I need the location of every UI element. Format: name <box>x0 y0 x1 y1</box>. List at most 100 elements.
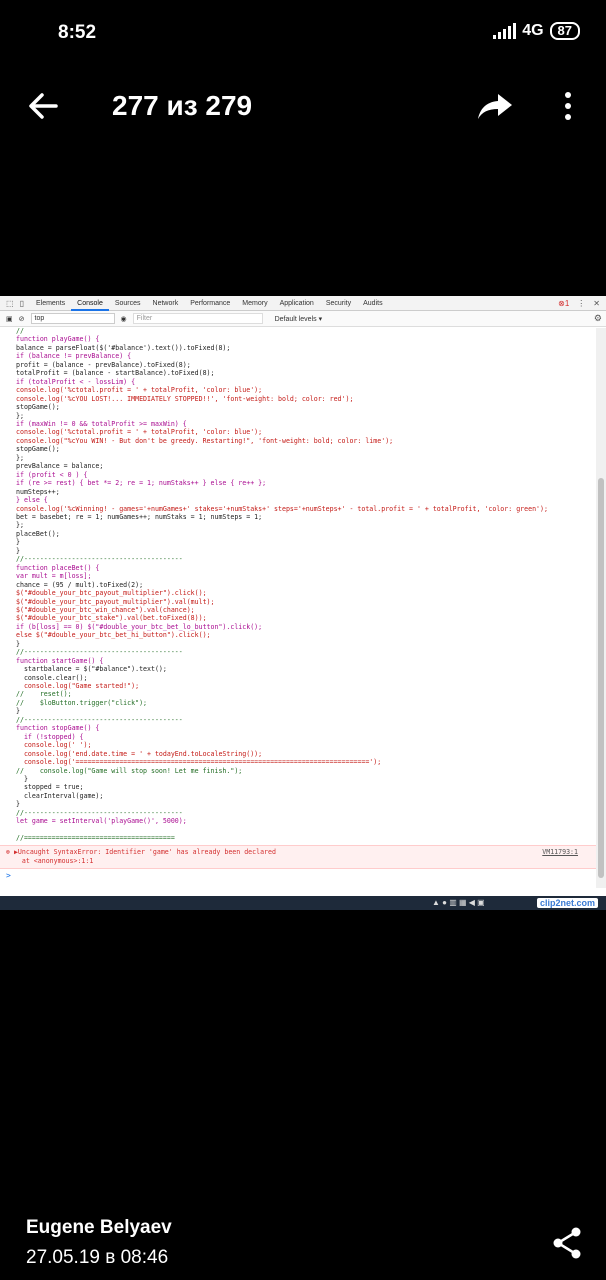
code-line: if (b[loss] == 0) $("#double_your_btc_be… <box>16 622 263 631</box>
code-line: } <box>16 775 28 784</box>
tab-performance[interactable]: Performance <box>184 296 236 311</box>
error-trace: at <anonymous>:1:1 <box>6 856 94 865</box>
tab-security[interactable]: Security <box>320 296 357 311</box>
windows-taskbar: ▲ ● ▥ ▦ ◀ ▣ <box>0 896 606 910</box>
code-line: }; <box>16 453 24 462</box>
code-line: //--------------------------------------… <box>16 715 183 724</box>
error-message[interactable]: ▶Uncaught SyntaxError: Identifier 'game'… <box>14 848 276 856</box>
status-time: 8:52 <box>58 22 97 43</box>
code-line: function playGame() { <box>16 335 100 344</box>
code-line: //--------------------------------------… <box>16 808 183 817</box>
status-icons: 4G 87 <box>493 22 580 40</box>
code-line: stopGame(); <box>16 445 60 454</box>
code-line: console.log('===========================… <box>16 758 382 767</box>
status-bar: 8:52 4G 87 <box>0 0 606 66</box>
author-name: Eugene Belyaev <box>26 1217 172 1238</box>
code-line: function placeBet() { <box>16 563 100 572</box>
code-line: } <box>16 639 20 648</box>
code-line: console.clear(); <box>16 673 88 682</box>
devtools-menu-icon[interactable]: ⋮ <box>577 299 585 308</box>
code-line: // reset(); <box>16 690 72 699</box>
code-line: totalProfit = (balance - startBalance).t… <box>16 369 215 378</box>
code-line: startbalance = $("#balance").text(); <box>16 665 167 674</box>
scrollbar-thumb[interactable] <box>598 478 604 878</box>
devtools-left-icons: ⬚ ▯ <box>6 299 24 308</box>
code-line: $("#double_your_btc_stake").val(bet.toFi… <box>16 614 207 623</box>
context-selector[interactable]: top <box>30 313 115 324</box>
eye-icon[interactable]: ◉ <box>121 315 127 323</box>
code-line: } else { <box>16 496 48 505</box>
tab-network[interactable]: Network <box>147 296 185 311</box>
code-line: } <box>16 546 20 555</box>
filter-input[interactable]: Filter <box>132 313 263 324</box>
code-line: //====================================== <box>16 834 175 843</box>
network-type: 4G <box>522 22 544 39</box>
device-toolbar-icon[interactable]: ▯ <box>20 299 24 308</box>
code-line: balance = parseFloat($('#balance').text(… <box>16 343 231 352</box>
tab-sources[interactable]: Sources <box>109 296 147 311</box>
code-line: $("#double_your_btc_payout_multiplier").… <box>16 597 215 606</box>
code-line: console.log('%ctotal.profit = ' + totalP… <box>16 428 263 437</box>
console-prompt[interactable]: > <box>0 869 606 882</box>
photo-viewer-image[interactable]: ⬚ ▯ Elements Console Sources Network Per… <box>0 296 606 910</box>
code-line: if (totalProfit < - lossLim) { <box>16 377 136 386</box>
code-line: // $loButton.trigger("click"); <box>16 698 148 707</box>
code-line: $("#double_your_btc_win_chance").val(cha… <box>16 605 195 614</box>
code-line: console.log("%cYou WIN! - But don't be g… <box>16 436 394 445</box>
code-line: stopGame(); <box>16 403 60 412</box>
devtools-close-icon[interactable]: ✕ <box>593 299 600 308</box>
console-scrollbar[interactable] <box>596 328 606 888</box>
signal-icon <box>493 23 517 39</box>
code-line: }; <box>16 521 24 530</box>
code-line: console.log('%ctotal.profit = ' + totalP… <box>16 386 263 395</box>
error-count-badge[interactable]: ⊗1 <box>558 299 569 308</box>
clear-console-icon[interactable]: ⊘ <box>19 315 25 323</box>
post-date: 27.05.19 в 08:46 <box>26 1247 169 1268</box>
code-line: console.log("Game started!"); <box>16 682 140 691</box>
code-line: placeBet(); <box>16 529 60 538</box>
code-line: numSteps++; <box>16 487 60 496</box>
code-line: profit = (balance - prevBalance).toFixed… <box>16 360 191 369</box>
code-line: var mult = m[loss]; <box>16 572 92 581</box>
code-line: }; <box>16 411 24 420</box>
code-line: // console.log("Game will stop soon! Let… <box>16 766 243 775</box>
code-line: stopped = true; <box>16 783 84 792</box>
code-line: console.log('%cWinning! - games='+numGam… <box>16 504 548 513</box>
forward-share-icon[interactable] <box>476 90 514 122</box>
battery-icon: 87 <box>549 22 580 40</box>
sidebar-toggle-icon[interactable]: ▣ <box>6 315 13 323</box>
share-icon[interactable] <box>552 1227 582 1259</box>
code-line: function startGame() { <box>16 656 104 665</box>
more-options-icon[interactable] <box>556 90 580 122</box>
code-line: if (maxWin != 0 && totalProfit >= maxWin… <box>16 419 187 428</box>
tab-console[interactable]: Console <box>71 296 109 311</box>
log-levels-dropdown[interactable]: Default levels ▾ <box>275 315 322 323</box>
code-line: chance = (95 / mult).toFixed(2); <box>16 580 144 589</box>
tab-elements[interactable]: Elements <box>30 296 71 311</box>
tab-application[interactable]: Application <box>274 296 320 311</box>
code-line: // <box>16 327 24 335</box>
console-toolbar: ▣ ⊘ top ◉ Filter Default levels ▾ ⚙ <box>0 311 606 327</box>
code-line: if (re >= rest) { bet *= 2; re = 1; numS… <box>16 479 267 488</box>
system-tray-icons: ▲ ● ▥ ▦ ◀ ▣ <box>432 898 485 907</box>
code-line: console.log('end.date.time = ' + todayEn… <box>16 749 263 758</box>
watermark-logo: clip2net.com <box>536 898 598 908</box>
code-line: bet = basebet; re = 1; numGames++; numSt… <box>16 512 263 521</box>
gear-icon[interactable]: ⚙ <box>594 313 602 324</box>
code-line: else $("#double_your_btc_bet_hi_button")… <box>16 631 211 640</box>
app-bar: 277 из 279 <box>0 70 606 142</box>
code-line: } <box>16 800 20 809</box>
back-arrow-icon[interactable] <box>26 90 60 122</box>
code-line: if (profit < 0 ) { <box>16 470 88 479</box>
code-line: if (!stopped) { <box>16 732 84 741</box>
tab-audits[interactable]: Audits <box>357 296 388 311</box>
console-error: ⊗ ▶Uncaught SyntaxError: Identifier 'gam… <box>0 844 606 869</box>
code-line: prevBalance = balance; <box>16 462 104 471</box>
error-source-link[interactable]: VM11793:1 <box>542 848 578 857</box>
tab-memory[interactable]: Memory <box>236 296 273 311</box>
console-output[interactable]: //function playGame() {balance = parseFl… <box>0 327 606 843</box>
code-line: if (balance != prevBalance) { <box>16 352 132 361</box>
inspect-icon[interactable]: ⬚ <box>6 299 14 308</box>
code-line: function stopGame() { <box>16 724 100 733</box>
